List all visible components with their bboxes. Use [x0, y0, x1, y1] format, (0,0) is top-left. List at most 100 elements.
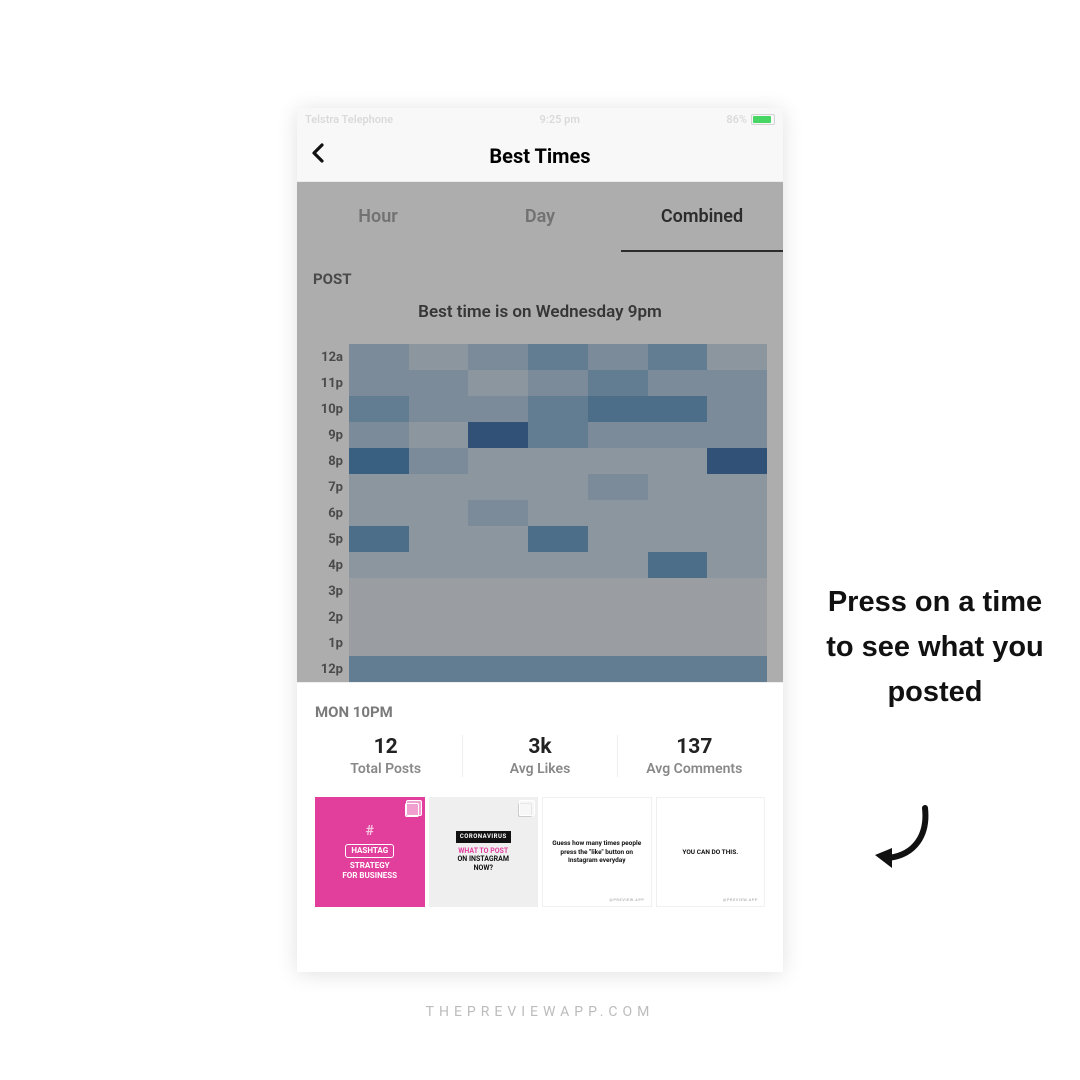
heatmap-cell[interactable] [707, 448, 767, 474]
heatmap-cell[interactable] [588, 370, 648, 396]
heatmap-cell[interactable] [648, 396, 708, 422]
heatmap-cell[interactable] [468, 448, 528, 474]
heatmap-cell[interactable] [528, 578, 588, 604]
heatmap-cell[interactable] [588, 552, 648, 578]
heatmap-cell[interactable] [648, 552, 708, 578]
heatmap-cell[interactable] [349, 344, 409, 370]
heatmap-cell[interactable] [468, 604, 528, 630]
heatmap-cell[interactable] [349, 552, 409, 578]
heatmap-cell[interactable] [707, 370, 767, 396]
heatmap-cell[interactable] [468, 370, 528, 396]
heatmap-cell[interactable] [349, 604, 409, 630]
heatmap-cell[interactable] [707, 344, 767, 370]
heatmap-cell[interactable] [409, 500, 469, 526]
heatmap-cell[interactable] [588, 344, 648, 370]
heatmap-cell[interactable] [528, 448, 588, 474]
post-thumb[interactable]: CORONAVIRUSWHAT TO POSTON INSTAGRAMNOW? [429, 797, 539, 907]
heatmap-cell[interactable] [528, 370, 588, 396]
heatmap-cell[interactable] [588, 500, 648, 526]
heatmap-cell[interactable] [648, 422, 708, 448]
heatmap-cell[interactable] [528, 422, 588, 448]
heatmap-cell[interactable] [588, 630, 648, 656]
heatmap-cell[interactable] [468, 630, 528, 656]
heatmap-cell[interactable] [349, 422, 409, 448]
heatmap-cell[interactable] [528, 500, 588, 526]
heatmap-cell[interactable] [409, 448, 469, 474]
heatmap-cell[interactable] [468, 552, 528, 578]
heatmap-cell[interactable] [707, 578, 767, 604]
heatmap-cell[interactable] [409, 604, 469, 630]
heatmap-cell[interactable] [349, 500, 409, 526]
back-button[interactable] [311, 143, 325, 169]
heatmap-cell[interactable] [468, 656, 528, 682]
heatmap-cell[interactable] [648, 630, 708, 656]
heatmap-cell[interactable] [468, 344, 528, 370]
heatmap-cell[interactable] [528, 630, 588, 656]
heatmap-cell[interactable] [528, 396, 588, 422]
heatmap-cell[interactable] [468, 526, 528, 552]
heatmap-cell[interactable] [349, 448, 409, 474]
heatmap-cell[interactable] [528, 474, 588, 500]
heatmap-cell[interactable] [707, 630, 767, 656]
heatmap-cell[interactable] [707, 474, 767, 500]
heatmap-cell[interactable] [648, 344, 708, 370]
heatmap-cell[interactable] [409, 552, 469, 578]
heatmap-cell[interactable] [409, 396, 469, 422]
heatmap-cell[interactable] [588, 578, 648, 604]
heatmap-cell[interactable] [409, 526, 469, 552]
heatmap-cell[interactable] [528, 656, 588, 682]
heatmap-cell[interactable] [588, 526, 648, 552]
heatmap-cell[interactable] [468, 500, 528, 526]
heatmap-cell[interactable] [648, 500, 708, 526]
tab-hour[interactable]: Hour [297, 182, 459, 252]
heatmap-cell[interactable] [707, 422, 767, 448]
heatmap-cell[interactable] [528, 526, 588, 552]
heatmap-cell[interactable] [588, 422, 648, 448]
heatmap-cell[interactable] [588, 448, 648, 474]
heatmap-cell[interactable] [409, 656, 469, 682]
heatmap-cell[interactable] [707, 656, 767, 682]
heatmap-cell[interactable] [409, 578, 469, 604]
heatmap-cell[interactable] [468, 396, 528, 422]
heatmap-cell[interactable] [588, 474, 648, 500]
post-thumb[interactable]: YOU CAN DO THIS.@PREVIEW.APP [656, 797, 766, 907]
post-thumb[interactable]: Guess how many times people press the "l… [542, 797, 652, 907]
heatmap-cell[interactable] [707, 552, 767, 578]
tab-combined[interactable]: Combined [621, 182, 783, 252]
heatmap-cell[interactable] [468, 474, 528, 500]
heatmap-cell[interactable] [409, 422, 469, 448]
heatmap-cell[interactable] [349, 370, 409, 396]
heatmap-cell[interactable] [648, 578, 708, 604]
heatmap-cell[interactable] [648, 604, 708, 630]
heatmap-cell[interactable] [409, 474, 469, 500]
heatmap-cell[interactable] [528, 604, 588, 630]
heatmap-cell[interactable] [588, 604, 648, 630]
heatmap-cell[interactable] [349, 526, 409, 552]
heatmap-cell[interactable] [349, 630, 409, 656]
heatmap-cell[interactable] [528, 552, 588, 578]
heatmap-cell[interactable] [648, 526, 708, 552]
heatmap-cell[interactable] [648, 448, 708, 474]
post-thumb[interactable]: #HASHTAGSTRATEGYFOR BUSINESS [315, 797, 425, 907]
heatmap-cell[interactable] [707, 500, 767, 526]
heatmap-cell[interactable] [349, 396, 409, 422]
heatmap-cell[interactable] [648, 370, 708, 396]
heatmap-cell[interactable] [707, 396, 767, 422]
heatmap-cell[interactable] [528, 344, 588, 370]
heatmap-cell[interactable] [349, 578, 409, 604]
heatmap-cell[interactable] [588, 656, 648, 682]
heatmap-cell[interactable] [648, 474, 708, 500]
heatmap-cell[interactable] [707, 604, 767, 630]
tab-day[interactable]: Day [459, 182, 621, 252]
heatmap-cell[interactable] [468, 578, 528, 604]
heatmap-cell[interactable] [588, 396, 648, 422]
heatmap-cell[interactable] [409, 370, 469, 396]
heatmap-cell[interactable] [349, 656, 409, 682]
heatmap-cell[interactable] [409, 630, 469, 656]
heatmap-cell[interactable] [349, 474, 409, 500]
heatmap-cell[interactable] [468, 422, 528, 448]
heatmap-cell[interactable] [707, 526, 767, 552]
heatmap-cell[interactable] [409, 344, 469, 370]
heatmap-chart[interactable]: 12a11p10p9p8p7p6p5p4p3p2p1p12p [297, 344, 783, 682]
heatmap-cell[interactable] [648, 656, 708, 682]
